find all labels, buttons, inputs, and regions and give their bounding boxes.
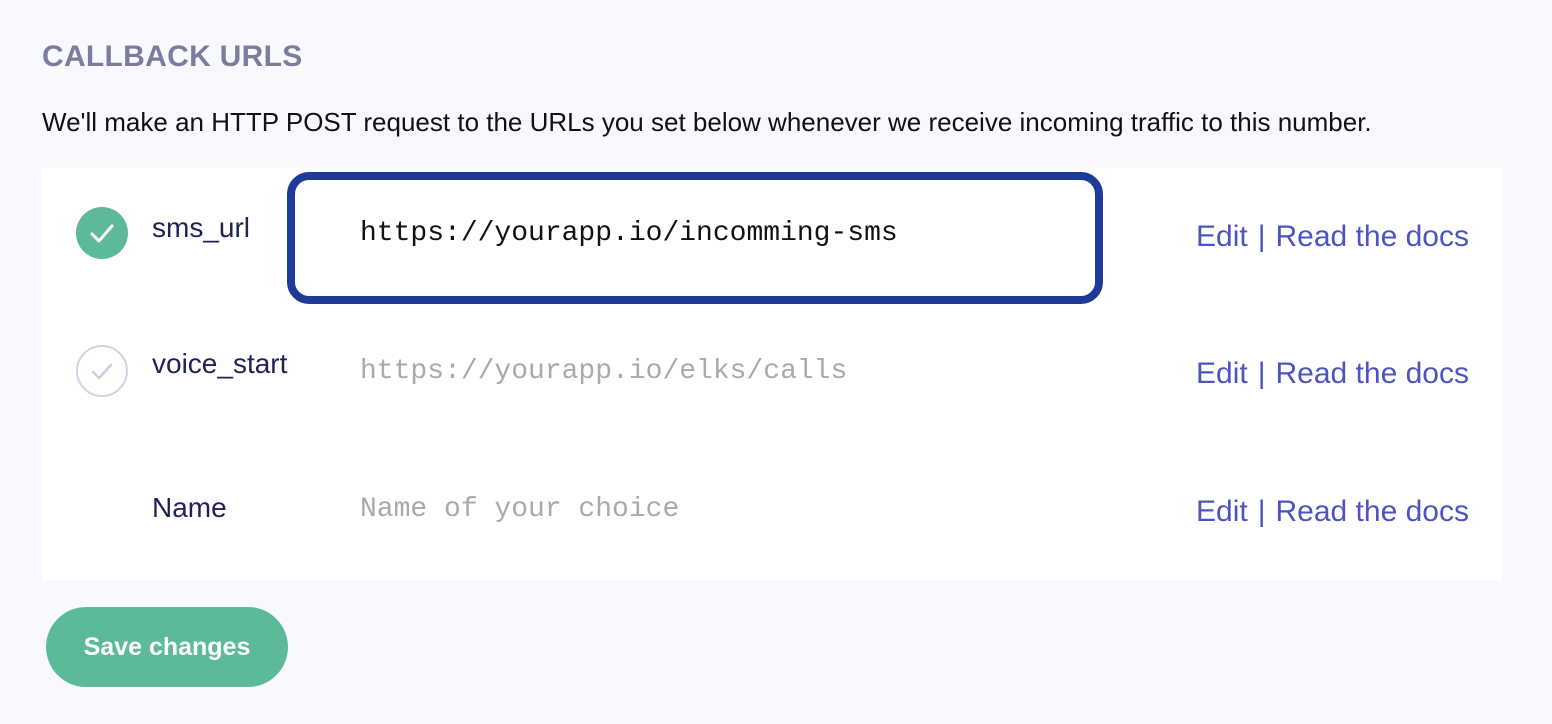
link-separator: | [1257,357,1266,390]
edit-link-name[interactable]: Edit [1196,495,1248,528]
callback-urls-panel: sms_url https://yourapp.io/incomming-sms… [42,168,1502,580]
read-docs-link-sms-url[interactable]: Read the docs [1276,220,1469,253]
name-input[interactable]: Name of your choice [360,494,679,525]
read-docs-link-voice-start[interactable]: Read the docs [1276,357,1469,390]
field-label-sms-url: sms_url [152,212,251,243]
edit-link-sms-url[interactable]: Edit [1196,220,1248,253]
sms-url-actions: Edit | Read the docs [1196,220,1469,254]
check-circle-filled-icon[interactable] [76,207,128,259]
field-label-name: Name [152,492,227,523]
check-circle-outline-icon[interactable] [76,345,128,397]
read-docs-link-name[interactable]: Read the docs [1276,495,1469,528]
field-label-voice-start: voice_start [152,348,288,379]
voice-start-actions: Edit | Read the docs [1196,357,1469,391]
voice-start-input[interactable]: https://yourapp.io/elks/calls [360,356,847,387]
link-separator: | [1257,495,1266,528]
name-actions: Edit | Read the docs [1196,495,1469,529]
edit-link-voice-start[interactable]: Edit [1196,357,1248,390]
sms-url-input[interactable]: https://yourapp.io/incomming-sms [360,218,898,249]
section-title: CALLBACK URLS [42,40,303,73]
link-separator: | [1257,220,1266,253]
section-description: We'll make an HTTP POST request to the U… [42,107,1372,137]
save-changes-button[interactable]: Save changes [46,607,288,687]
